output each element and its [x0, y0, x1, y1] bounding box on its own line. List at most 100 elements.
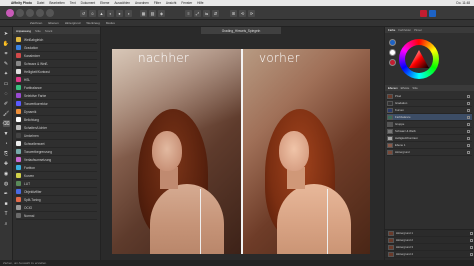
pen-tool-icon[interactable]: ✒ — [3, 190, 10, 197]
marquee-tool-icon[interactable]: ▭ — [3, 80, 10, 87]
canvas-area[interactable]: Grading_Hinweis_Spiegeln nachher vorher — [101, 27, 384, 260]
layer-row[interactable]: Helligkeit/Kontrast — [387, 135, 472, 142]
layer-visibility-checkbox[interactable] — [470, 245, 473, 249]
menu-item[interactable]: Ansicht — [166, 1, 176, 5]
menu-item[interactable]: Filter — [154, 1, 161, 5]
assistant-icon[interactable]: ☺ — [89, 9, 96, 17]
blur-brush-icon[interactable]: ◍ — [3, 180, 10, 187]
layer-visibility-checkbox[interactable] — [467, 136, 470, 140]
tab-styles[interactable]: Stile — [35, 29, 41, 33]
auto-levels-icon[interactable]: ▲ — [98, 9, 105, 17]
background-color-icon[interactable] — [429, 9, 436, 17]
layer-row[interactable]: Farbbalance — [387, 114, 472, 121]
layer-visibility-checkbox[interactable] — [467, 101, 470, 105]
adjustment-item[interactable]: Tonwertbegrenzung — [16, 148, 97, 156]
layer-visibility-checkbox[interactable] — [470, 252, 473, 256]
menu-app-name[interactable]: Affinity Photo — [11, 1, 32, 5]
flip-horizontal-icon[interactable]: ⇋ — [203, 9, 210, 17]
adjustment-item[interactable]: Farbton — [16, 164, 97, 172]
adjustment-item[interactable]: Normal — [16, 212, 97, 220]
tab-adjustments[interactable]: Anpassung — [16, 29, 31, 33]
menu-item[interactable]: Ebene — [100, 1, 109, 5]
tab-brushes[interactable]: Pinsel — [414, 28, 422, 32]
snapping-icon[interactable]: ⊞ — [230, 9, 237, 17]
swatch-white[interactable] — [389, 49, 396, 56]
transform-icon[interactable]: ⤢ — [194, 9, 201, 17]
adjustment-item[interactable]: Verlaufsumsetzung — [16, 156, 97, 164]
adjustment-item[interactable]: Schwellenwert — [16, 140, 97, 148]
crop-tool-icon[interactable]: ⌗ — [3, 50, 10, 57]
context-item[interactable]: Hintergrund — [65, 21, 81, 25]
tab-layers[interactable]: Ebenen — [388, 86, 398, 90]
layer-visibility-checkbox[interactable] — [467, 115, 470, 119]
selection-mode-icon[interactable]: ▦ — [140, 9, 147, 17]
layer-visibility-checkbox[interactable] — [467, 129, 470, 133]
adjustment-item[interactable]: Farbbalance — [16, 84, 97, 92]
layer-visibility-checkbox[interactable] — [470, 238, 473, 242]
menu-item[interactable]: Datei — [37, 1, 44, 5]
layer-row[interactable]: Schwarz & Weiß — [387, 128, 472, 135]
flood-select-icon[interactable]: ✦ — [3, 70, 10, 77]
tab-color[interactable]: Farbe — [388, 28, 395, 32]
adjustment-item[interactable]: Weißabgleich — [16, 36, 97, 44]
layer-row[interactable]: Pixel — [387, 93, 472, 100]
layer-visibility-checkbox[interactable] — [467, 122, 470, 126]
healing-brush-icon[interactable]: ✚ — [3, 160, 10, 167]
color-picker-icon[interactable]: ✐ — [3, 100, 10, 107]
menu-item[interactable]: Text — [70, 1, 76, 5]
layer-visibility-checkbox[interactable] — [467, 94, 470, 98]
layer-row[interactable]: Gruppe — [387, 121, 472, 128]
menu-item[interactable]: Bearbeiten — [49, 1, 64, 5]
layer-row[interactable]: Hintergrund 2 — [385, 237, 474, 244]
align-icon[interactable]: ≡ — [185, 9, 192, 17]
shape-tool-icon[interactable]: ■ — [3, 200, 10, 207]
red-eye-icon[interactable]: ◉ — [3, 170, 10, 177]
swatch-blue[interactable] — [389, 39, 396, 46]
erase-brush-icon[interactable]: ⌫ — [2, 120, 10, 127]
fill-tool-icon[interactable]: ▼ — [3, 130, 10, 137]
foreground-color-icon[interactable] — [420, 9, 427, 17]
canvas-photo[interactable]: nachher vorher — [112, 49, 370, 254]
adjustment-item[interactable]: Umkehren — [16, 132, 97, 140]
layer-visibility-checkbox[interactable] — [467, 150, 470, 154]
auto-contrast-icon[interactable]: ◐ — [107, 9, 114, 17]
zoom-tool-icon[interactable]: ⌕ — [3, 220, 10, 227]
tab-layer-styles[interactable]: Stile — [412, 86, 417, 90]
history-icon[interactable]: ↺ — [80, 9, 87, 17]
adjustment-item[interactable]: Dynamik — [16, 108, 97, 116]
auto-white-balance-icon[interactable]: ◑ — [125, 9, 132, 17]
rotate-left-icon[interactable]: ⟲ — [239, 9, 246, 17]
layer-row[interactable]: Hintergrund — [387, 149, 472, 156]
adjustment-item[interactable]: LUT — [16, 180, 97, 188]
adjustment-item[interactable]: HSL — [16, 76, 97, 84]
context-item[interactable]: Zeichnen — [30, 21, 42, 25]
tab-swatches[interactable]: Farbfelder — [398, 28, 411, 32]
adjustment-item[interactable]: Kanalmixer — [16, 52, 97, 60]
menu-item[interactable]: Auswählen — [114, 1, 130, 5]
adjustment-item[interactable]: Helligkeit/Kontrast — [16, 68, 97, 76]
document-tab[interactable]: Grading_Hinweis_Spiegeln — [201, 27, 281, 34]
selection-brush-icon[interactable]: ✎ — [3, 60, 10, 67]
context-item[interactable]: Modus — [106, 21, 115, 25]
flip-vertical-icon[interactable]: ⇵ — [212, 9, 219, 17]
rotate-right-icon[interactable]: ⟳ — [248, 9, 255, 17]
adjustment-item[interactable]: Gradation — [16, 44, 97, 52]
adjustment-item[interactable]: Schwarz & Weiß — [16, 60, 97, 68]
layer-row[interactable]: Hintergrund 1 — [385, 230, 474, 237]
clone-tool-icon[interactable]: ⎘ — [3, 150, 10, 157]
freehand-select-icon[interactable]: ◌ — [3, 90, 10, 97]
refine-selection-icon[interactable]: ◈ — [158, 9, 165, 17]
adjustment-item[interactable]: Tonwertkorrektur — [16, 100, 97, 108]
auto-colors-icon[interactable]: ● — [116, 9, 123, 17]
context-item[interactable]: Ebenen — [48, 21, 58, 25]
dodge-tool-icon[interactable]: ◔ — [3, 140, 10, 147]
tab-effects[interactable]: Effekte — [401, 86, 410, 90]
text-tool-icon[interactable]: T — [3, 210, 10, 217]
layer-row[interactable]: Hintergrund 3 — [385, 244, 474, 251]
adjustment-item[interactable]: Belichtung — [16, 116, 97, 124]
context-item[interactable]: Werkzeug — [86, 21, 99, 25]
layer-visibility-checkbox[interactable] — [470, 231, 473, 235]
adjustment-item[interactable]: Schatten/Lichter — [16, 124, 97, 132]
adjustment-item[interactable]: Selektive Farbe — [16, 92, 97, 100]
paint-brush-icon[interactable]: 🖌 — [3, 110, 10, 117]
